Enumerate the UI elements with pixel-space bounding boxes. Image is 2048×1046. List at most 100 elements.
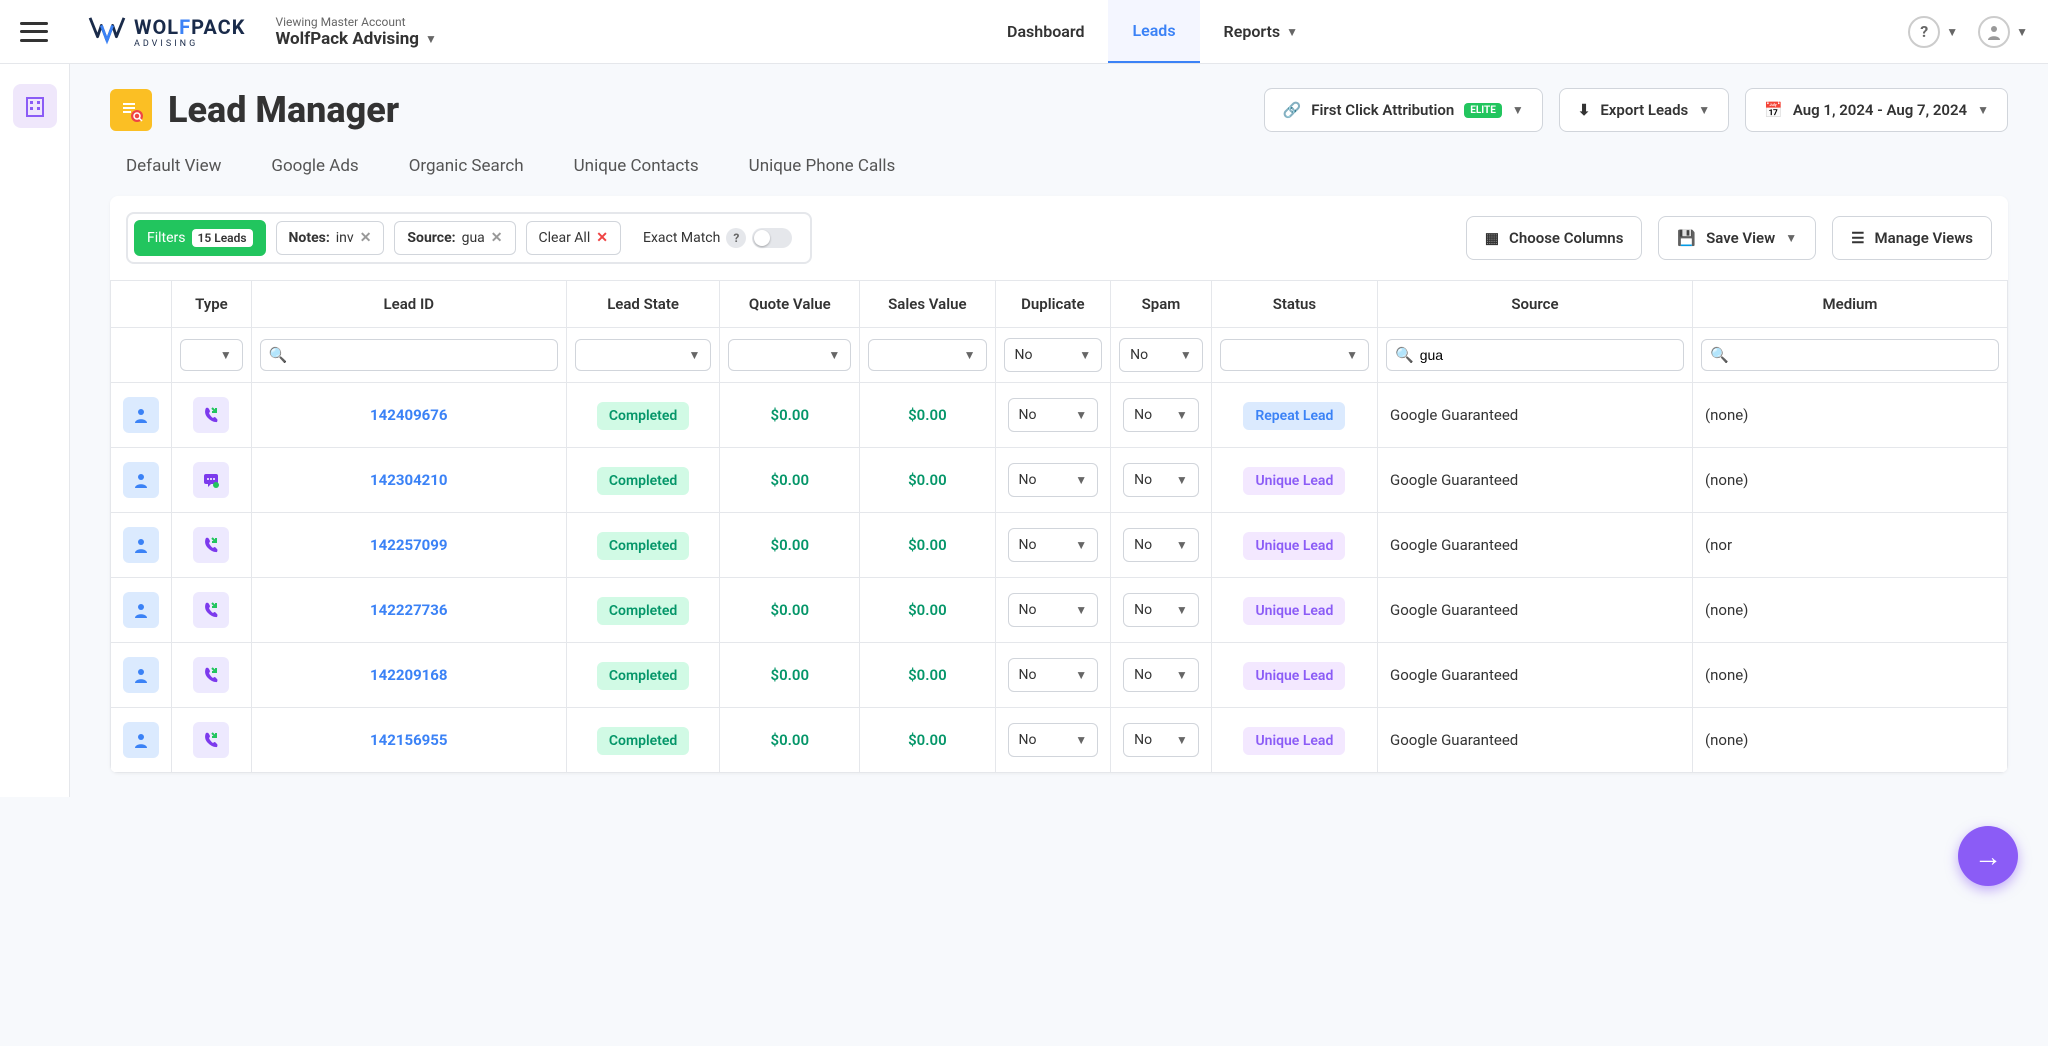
spam-select[interactable]: No▼ (1123, 658, 1199, 692)
page-title: Lead Manager (168, 89, 399, 131)
type-filter[interactable]: ▼ (180, 339, 243, 371)
spam-select[interactable]: No▼ (1123, 463, 1199, 497)
duplicate-select[interactable]: No▼ (1008, 593, 1099, 627)
download-icon: ⬇ (1578, 101, 1591, 119)
phone-icon[interactable] (193, 592, 229, 628)
spam-select[interactable]: No▼ (1123, 593, 1199, 627)
quote-filter[interactable]: ▼ (728, 339, 851, 371)
account-switcher[interactable]: Viewing Master Account WolfPack Advising… (275, 15, 436, 49)
remove-icon[interactable]: ✕ (596, 230, 608, 246)
nav-reports[interactable]: Reports▼ (1200, 0, 1322, 63)
save-view-button[interactable]: 💾Save View▼ (1658, 216, 1816, 260)
col-status[interactable]: Status (1211, 281, 1377, 328)
attribution-button[interactable]: 🔗 First Click Attribution ELITE ▼ (1264, 88, 1543, 132)
filter-notes-chip[interactable]: Notes:inv✕ (276, 221, 385, 255)
duplicate-select[interactable]: No▼ (1008, 723, 1099, 757)
lead-id-link[interactable]: 142409676 (370, 406, 447, 424)
col-duplicate[interactable]: Duplicate (995, 281, 1111, 328)
export-button[interactable]: ⬇ Export Leads ▼ (1559, 88, 1729, 132)
filters-chip[interactable]: Filters 15 Leads (134, 220, 266, 256)
table-row: 142209168Completed$0.00$0.00No▼No▼Unique… (111, 643, 2008, 708)
date-range-button[interactable]: 📅 Aug 1, 2024 - Aug 7, 2024 ▼ (1745, 88, 2008, 132)
col-medium[interactable]: Medium (1692, 281, 2007, 328)
filter-source-chip[interactable]: Source:gua✕ (394, 221, 515, 255)
next-fab-button[interactable]: → (1958, 826, 2018, 886)
table-row: 142304210Completed$0.00$0.00No▼No▼Unique… (111, 448, 2008, 513)
lead-id-link[interactable]: 142209168 (370, 666, 447, 684)
lead-state: Completed (597, 467, 689, 495)
medium-cell: (nor (1692, 513, 2007, 578)
logo[interactable]: WOLFPACK ADVISING (88, 15, 245, 49)
col-quote-value[interactable]: Quote Value (720, 281, 860, 328)
tab-default-view[interactable]: Default View (126, 152, 221, 180)
lead-id-link[interactable]: 142227736 (370, 601, 447, 619)
filter-count: 15 Leads (192, 229, 253, 247)
person-icon[interactable] (123, 657, 159, 693)
topbar: WOLFPACK ADVISING Viewing Master Account… (0, 0, 2048, 64)
lead-id-link[interactable]: 142257099 (370, 536, 447, 554)
medium-filter[interactable]: 🔍 (1701, 339, 1999, 371)
col-spam[interactable]: Spam (1111, 281, 1212, 328)
chevron-down-icon: ▼ (1512, 103, 1524, 117)
lead-id-link[interactable]: 142304210 (370, 471, 447, 489)
phone-icon[interactable] (193, 657, 229, 693)
remove-icon[interactable]: ✕ (491, 230, 503, 246)
clear-all-chip[interactable]: Clear All✕ (526, 221, 621, 255)
logo-text-main: WOLFPACK (134, 15, 245, 39)
duplicate-select[interactable]: No▼ (1008, 398, 1099, 432)
col-sales-value[interactable]: Sales Value (860, 281, 995, 328)
help-icon[interactable]: ? (726, 228, 746, 248)
chat-icon[interactable] (193, 462, 229, 498)
duplicate-select[interactable]: No▼ (1008, 463, 1099, 497)
tab-google-ads[interactable]: Google Ads (271, 152, 358, 180)
duplicate-select[interactable]: No▼ (1008, 528, 1099, 562)
nav-dashboard[interactable]: Dashboard (983, 0, 1108, 63)
person-icon[interactable] (123, 527, 159, 563)
tab-organic-search[interactable]: Organic Search (409, 152, 524, 180)
person-icon[interactable] (123, 592, 159, 628)
chevron-down-icon[interactable]: ▼ (2016, 25, 2028, 39)
leadid-filter[interactable]: 🔍 (260, 339, 558, 371)
spam-select[interactable]: No▼ (1123, 528, 1199, 562)
col-source[interactable]: Source (1378, 281, 1693, 328)
exact-match-toggle[interactable]: Exact Match ? (631, 220, 804, 256)
duplicate-select[interactable]: No▼ (1008, 658, 1099, 692)
phone-icon[interactable] (193, 397, 229, 433)
chevron-down-icon[interactable]: ▼ (1946, 25, 1958, 39)
hamburger-menu-icon[interactable] (20, 22, 48, 42)
nav-leads[interactable]: Leads (1108, 0, 1199, 63)
choose-columns-button[interactable]: ▦Choose Columns (1466, 216, 1643, 260)
user-avatar-icon[interactable] (1978, 16, 2010, 48)
main-nav: Dashboard Leads Reports▼ (983, 0, 1322, 63)
quote-value: $0.00 (771, 471, 810, 489)
tab-unique-contacts[interactable]: Unique Contacts (574, 152, 699, 180)
person-icon[interactable] (123, 462, 159, 498)
person-icon[interactable] (123, 722, 159, 758)
duplicate-filter[interactable]: No▼ (1004, 338, 1103, 372)
spam-select[interactable]: No▼ (1123, 398, 1199, 432)
spam-select[interactable]: No▼ (1123, 723, 1199, 757)
col-lead-state[interactable]: Lead State (566, 281, 720, 328)
remove-icon[interactable]: ✕ (360, 230, 372, 246)
filter-row: ▼ 🔍 ▼ ▼ ▼ No▼ No▼ ▼ 🔍 🔍 (111, 328, 2008, 383)
toggle-switch[interactable] (752, 228, 792, 248)
source-filter[interactable]: 🔍 (1386, 339, 1684, 371)
col-type[interactable]: Type (172, 281, 252, 328)
phone-icon[interactable] (193, 527, 229, 563)
help-icon[interactable]: ? (1908, 16, 1940, 48)
state-filter[interactable]: ▼ (575, 339, 712, 371)
status-filter[interactable]: ▼ (1220, 339, 1369, 371)
person-icon[interactable] (123, 397, 159, 433)
tab-unique-phone-calls[interactable]: Unique Phone Calls (749, 152, 896, 180)
spam-filter[interactable]: No▼ (1119, 338, 1203, 372)
manage-views-button[interactable]: ☰Manage Views (1832, 216, 1992, 260)
col-lead-id[interactable]: Lead ID (251, 281, 566, 328)
lead-id-link[interactable]: 142156955 (370, 731, 447, 749)
chevron-down-icon: ▼ (1698, 103, 1710, 117)
phone-icon[interactable] (193, 722, 229, 758)
table-row: 142156955Completed$0.00$0.00No▼No▼Unique… (111, 708, 2008, 773)
building-icon[interactable] (13, 84, 57, 128)
calendar-icon: 📅 (1764, 101, 1783, 119)
sales-filter[interactable]: ▼ (868, 339, 986, 371)
link-icon: 🔗 (1283, 101, 1302, 119)
